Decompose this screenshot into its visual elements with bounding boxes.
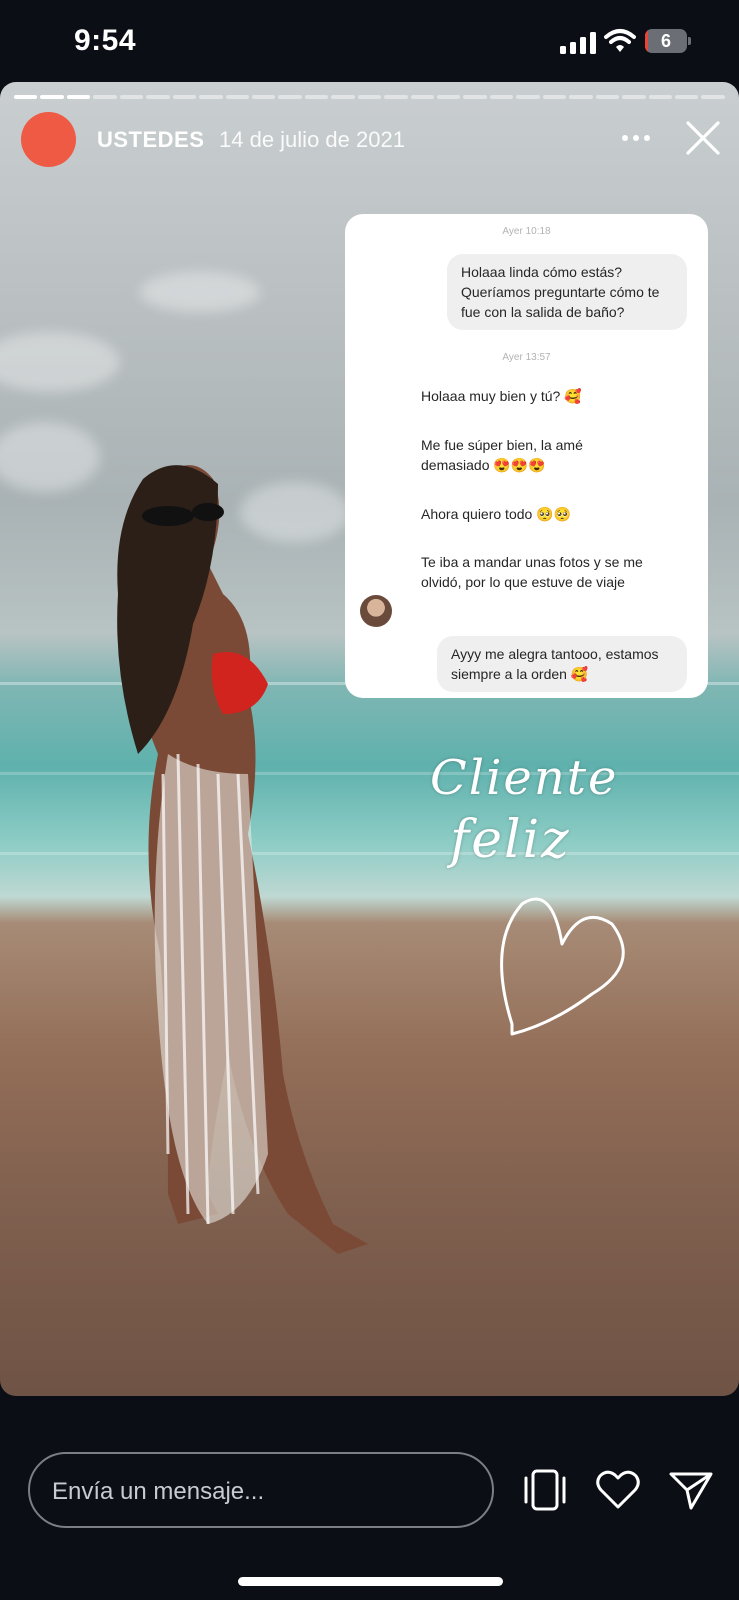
heart-icon[interactable] [594, 1466, 642, 1514]
story-header: USTEDES 14 de julio de 2021 [0, 82, 739, 192]
status-time: 9:54 [74, 24, 137, 57]
chat-message-incoming: Te iba a mandar unas fotos y se me olvid… [421, 554, 643, 590]
chat-contact-avatar [360, 595, 392, 627]
device-frame-icon[interactable] [521, 1466, 569, 1514]
wifi-icon [604, 29, 636, 52]
home-indicator[interactable] [238, 1577, 503, 1586]
reply-message-input[interactable]: Envía un mensaje... [28, 1452, 494, 1528]
send-icon[interactable] [667, 1466, 715, 1514]
chat-message-outgoing: Holaaa linda cómo estás? Queríamos pregu… [447, 254, 687, 330]
handwritten-text: feliz [450, 810, 571, 870]
chat-message-incoming: Holaaa muy bien y tú? 🥰 [421, 388, 582, 404]
chat-timestamp: Ayer 10:18 [502, 226, 551, 237]
more-horizontal-icon[interactable] [620, 124, 652, 152]
account-avatar[interactable] [21, 112, 76, 167]
chat-timestamp: Ayer 13:57 [502, 352, 551, 363]
chat-message-incoming: Me fue súper bien, la amé demasiado 😍😍😍 [421, 437, 583, 473]
account-username[interactable]: USTEDES [97, 127, 204, 153]
heart-doodle-icon [500, 897, 625, 1036]
story-date: 14 de julio de 2021 [219, 127, 405, 152]
close-icon[interactable] [685, 120, 721, 156]
handwritten-text: Cliente [430, 750, 619, 806]
chat-message-incoming: Ahora quiero todo 🥺🥺 [421, 506, 572, 522]
battery-level: 6 [660, 31, 671, 51]
status-bar: 9:54 6 [0, 0, 739, 82]
chat-screenshot-sticker: Ayer 10:18 Holaaa linda cómo estás? Quer… [345, 214, 708, 698]
story-viewer[interactable]: USTEDES 14 de julio de 2021 Ayer 10:18 H… [0, 82, 739, 1396]
battery-icon: 6 [645, 29, 691, 53]
reply-placeholder: Envía un mensaje... [52, 1478, 265, 1505]
chat-message-outgoing: Ayyy me alegra tantooo, estamos siempre … [437, 636, 687, 692]
cellular-signal-icon [560, 32, 596, 54]
